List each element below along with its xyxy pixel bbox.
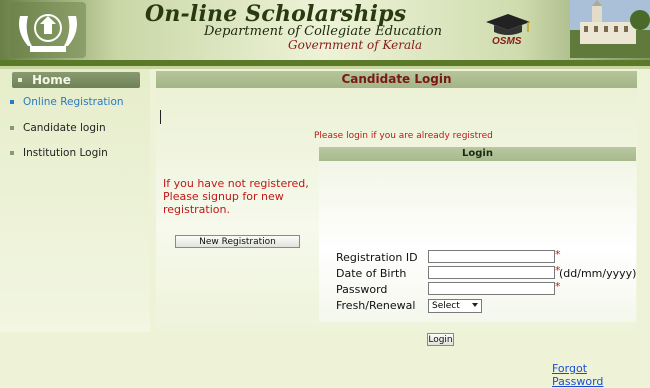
password-input[interactable] (428, 282, 555, 295)
sidebar-item-institution-login[interactable]: Institution Login (10, 146, 108, 160)
chevron-down-icon (472, 303, 478, 307)
login-form (319, 161, 636, 322)
sidebar: Home Online Registration Candidate login… (0, 69, 150, 332)
required-mark: * (555, 280, 561, 293)
password-label: Password (336, 283, 388, 296)
bullet-icon (10, 100, 14, 104)
sidebar-home-label: Home (32, 73, 71, 87)
registration-id-label: Registration ID (336, 251, 418, 264)
sidebar-item-label: Candidate login (23, 122, 106, 134)
required-mark: * (555, 248, 561, 261)
sidebar-item-online-registration[interactable]: Online Registration (10, 95, 124, 109)
college-building-image (570, 0, 650, 58)
home-bullet-icon (18, 78, 22, 82)
main-panel: Candidate Login Please login if you are … (156, 71, 637, 388)
sidebar-item-candidate-login[interactable]: Candidate login (10, 121, 106, 135)
sidebar-home[interactable]: Home (12, 72, 140, 88)
login-button[interactable]: Login (427, 333, 454, 346)
registration-message: If you have not registered, Please signu… (163, 177, 309, 216)
date-of-birth-label: Date of Birth (336, 267, 407, 280)
page-header: On-line Scholarships Department of Colle… (0, 0, 650, 60)
fresh-renewal-label: Fresh/Renewal (336, 299, 416, 312)
sidebar-item-label: Online Registration (23, 96, 124, 108)
fresh-renewal-select[interactable]: Select (428, 299, 482, 313)
forgot-password-link[interactable]: Forgot Password (552, 362, 636, 388)
svg-text:OSMS: OSMS (492, 36, 522, 46)
date-format-hint: (dd/mm/yyyy) (559, 267, 637, 280)
text-cursor (160, 110, 161, 124)
sidebar-item-label: Institution Login (23, 147, 108, 159)
bullet-icon (10, 151, 14, 155)
date-of-birth-input[interactable] (428, 266, 555, 279)
new-registration-button[interactable]: New Registration (175, 235, 300, 248)
kerala-emblem-icon (10, 2, 86, 58)
page-title: Candidate Login (156, 71, 637, 88)
login-heading: Login (319, 147, 636, 161)
department-name: Department of Collegiate Education (204, 24, 443, 39)
osms-mortarboard-icon: OSMS (486, 14, 530, 46)
registration-id-input[interactable] (428, 250, 555, 263)
government-name: Government of Kerala (288, 38, 423, 52)
login-notice: Please login if you are already registre… (314, 131, 493, 141)
login-box: Login Registration ID * Date of Birth * … (319, 147, 637, 388)
bullet-icon (10, 126, 14, 130)
select-value: Select (432, 301, 460, 311)
